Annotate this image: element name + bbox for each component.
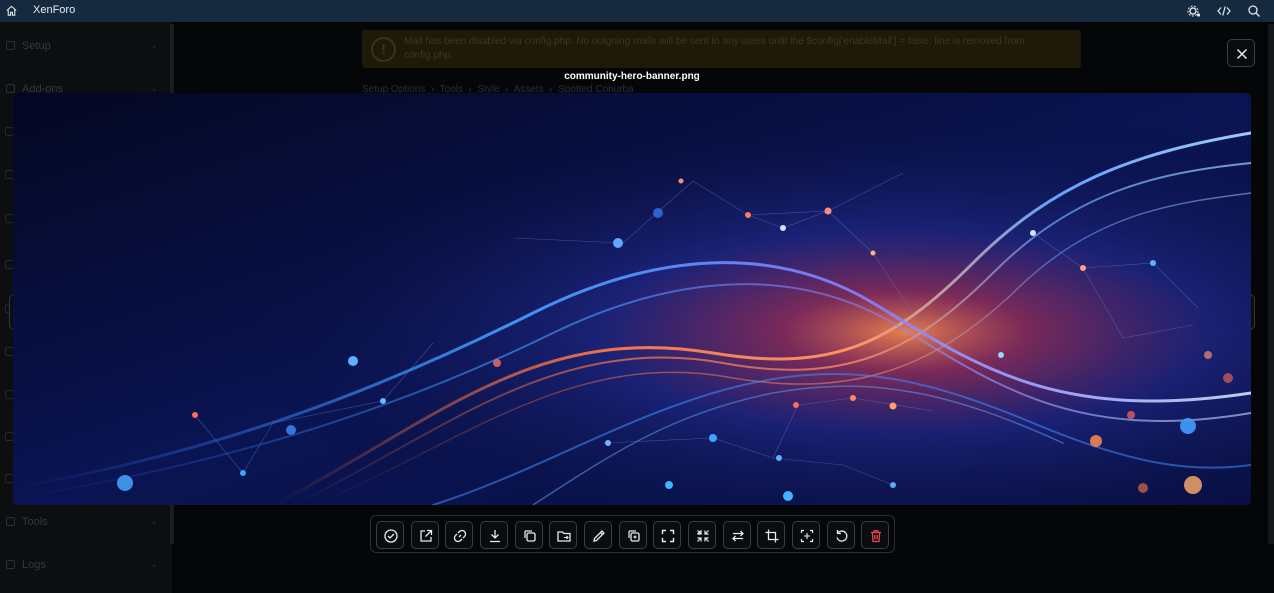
open-in-new-tab-button[interactable] [411, 521, 439, 549]
copy-button[interactable] [515, 521, 543, 549]
replace-button[interactable] [723, 521, 751, 549]
warning-icon: ! [371, 37, 396, 62]
chevron-down-icon: ⌄ [150, 40, 158, 50]
brand-title[interactable]: XenForo [33, 4, 75, 16]
download-icon [490, 530, 500, 543]
folder-move-icon [557, 531, 571, 542]
setup-icon [6, 41, 15, 50]
sidebar-item-label: Tools [22, 516, 48, 528]
fit-button[interactable] [688, 521, 716, 549]
copy-link-button[interactable] [445, 521, 473, 549]
chevron-down-icon: ⌄ [150, 559, 158, 569]
delete-button[interactable] [861, 521, 889, 549]
sidebar-item-tools[interactable]: Tools ⌄ [0, 508, 172, 536]
sidebar-item-logs[interactable]: Logs ⌄ [0, 551, 172, 579]
sidebar-item-label: Setup [22, 40, 51, 52]
rotate-button[interactable] [827, 521, 855, 549]
expand-icon [661, 529, 675, 543]
sidebar-item-label: Logs [22, 559, 46, 571]
image-toolbar [370, 515, 895, 553]
external-link-icon [420, 529, 433, 542]
notice-text: Mail has been disabled via config.php. N… [404, 36, 1025, 61]
home-icon[interactable] [5, 4, 18, 17]
logs-icon [6, 560, 15, 569]
wrench-icon [6, 517, 15, 526]
top-bar: XenForo [0, 0, 1274, 22]
puzzle-icon [6, 84, 15, 93]
crop-icon [765, 529, 779, 543]
fullscreen-button[interactable] [653, 521, 681, 549]
rename-button[interactable] [584, 521, 612, 549]
swap-icon [732, 530, 744, 542]
check-circle-icon [384, 529, 398, 543]
duplicate-icon [628, 530, 640, 542]
preview-image [13, 93, 1251, 505]
copy-icon [524, 530, 536, 542]
lightbox-title: community-hero-banner.png [564, 71, 700, 82]
link-icon [453, 529, 467, 543]
rotate-icon [836, 530, 848, 542]
pencil-icon [593, 530, 605, 542]
optimize-icon [800, 529, 814, 543]
download-button[interactable] [480, 521, 508, 549]
crop-button[interactable] [757, 521, 785, 549]
optimize-button[interactable] [792, 521, 820, 549]
chevron-down-icon: ⌄ [150, 516, 158, 526]
close-button[interactable] [1227, 39, 1255, 67]
move-button[interactable] [549, 521, 577, 549]
search-icon[interactable] [1247, 4, 1261, 18]
duplicate-button[interactable] [619, 521, 647, 549]
mail-disabled-notice: ! Mail has been disabled via config.php.… [362, 30, 1081, 68]
select-button[interactable] [376, 521, 404, 549]
close-icon [1236, 48, 1248, 60]
page-scrollbar[interactable] [1268, 24, 1274, 544]
delete-icon [871, 530, 881, 543]
code-icon[interactable] [1217, 4, 1231, 18]
sidebar-item-setup[interactable]: Setup ⌄ [0, 32, 172, 60]
collapse-icon [697, 530, 709, 542]
settings-icon[interactable] [1187, 4, 1201, 18]
